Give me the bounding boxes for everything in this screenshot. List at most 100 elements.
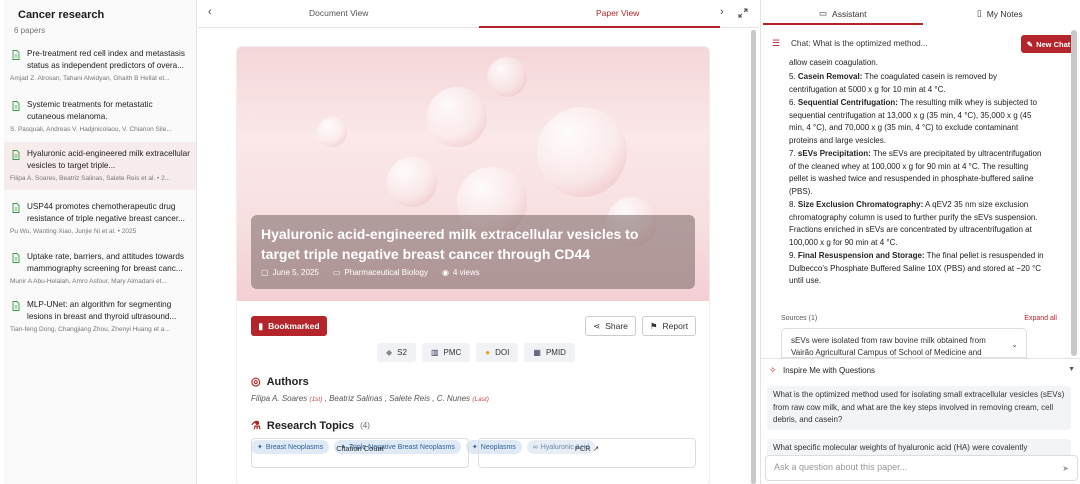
inspire-title: Inspire Me with Questions	[783, 366, 876, 375]
tab-label: My Notes	[986, 8, 1023, 19]
tag-icon: ✦	[471, 444, 478, 451]
source-link-s2[interactable]: ◆ S2	[377, 343, 416, 362]
message-text: and treated with microbial rennet (2.5%(…	[789, 57, 878, 67]
share-icon: ⋖	[593, 320, 601, 331]
pmid-icon: ▦	[533, 348, 541, 357]
authors-heading-label: Authors	[266, 375, 309, 388]
ask-box: ➤	[765, 455, 1078, 481]
message-step: 7. sEVs Precipitation: The sEVs are prec…	[789, 149, 1042, 196]
bubble-shape	[317, 117, 347, 147]
new-chat-button[interactable]: ✎ New Chat	[1021, 35, 1076, 53]
topics-heading: ⚗ Research Topics (4)	[251, 419, 370, 433]
paper-authors: Filipa A. Soares, Beatriz Salinas, Salet…	[10, 175, 171, 182]
collapse-icon[interactable]: ▼	[1068, 366, 1075, 373]
chat-scrollbar[interactable]	[1071, 30, 1077, 358]
new-chat-label: New Chat	[1036, 39, 1071, 49]
active-tab-indicator	[479, 26, 720, 28]
source-label: PMC	[443, 348, 462, 357]
publish-date: June 5, 2025	[272, 268, 319, 277]
question-clip: What specific molecular weights of hyalu…	[761, 436, 1080, 455]
suggested-question[interactable]: What specific molecular weights of hyalu…	[767, 439, 1071, 455]
journal-name: Pharmaceutical Biology	[344, 268, 428, 277]
source-snippet[interactable]: sEVs were isolated from raw bovine milk …	[781, 328, 1027, 358]
notes-icon: ▯	[977, 8, 982, 18]
chat-scroll-area: and treated with microbial rennet (2.5%(…	[761, 56, 1071, 358]
message-step: 8. Size Exclusion Chromatography: A qEV2…	[789, 200, 1038, 247]
new-chat-icon: ✎	[1026, 39, 1034, 49]
share-button[interactable]: ⋖ Share	[585, 316, 636, 336]
chevron-right-icon[interactable]: ›	[720, 6, 724, 18]
scrollbar-thumb[interactable]	[1071, 30, 1077, 356]
inspire-header[interactable]: ✧ Inspire Me with Questions ▼	[761, 358, 1080, 382]
message-step: 6. Sequential Centrifugation: The result…	[789, 98, 1037, 145]
author-link[interactable]: C. Nunes	[437, 394, 470, 403]
active-tab-indicator	[763, 23, 923, 25]
source-link-pmc[interactable]: ▥ PMC	[421, 343, 471, 362]
calendar-icon: ▢	[261, 268, 269, 277]
doi-icon: ●	[485, 348, 491, 357]
paper-title: Uptake rate, barriers, and attitudes tow…	[27, 252, 185, 273]
authors-heading: ◎ Authors	[251, 375, 309, 389]
paper-title: Pre-treatment red cell index and metasta…	[27, 49, 185, 70]
message-step: 5. Casein Removal: The coagulated casein…	[789, 72, 997, 94]
source-link-doi[interactable]: ● DOI	[476, 343, 519, 362]
tab-label: Assistant	[832, 8, 867, 19]
paper-authors: Pu Wu, Wanting Xiao, Junjie Ni et al. • …	[10, 228, 137, 235]
expand-icon[interactable]	[738, 8, 748, 18]
author-tag: (1st)	[309, 396, 323, 403]
tab-paper-view[interactable]: Paper View	[596, 8, 639, 18]
paper-item[interactable]: Pre-treatment red cell index and metasta…	[4, 42, 196, 90]
document-icon	[12, 301, 20, 311]
tab-document-view[interactable]: Document View	[309, 8, 368, 18]
paper-item[interactable]: USP44 promotes chemotherapeutic drug res…	[4, 195, 196, 243]
expand-all-link[interactable]: Expand all	[1024, 315, 1057, 322]
bookmarked-button[interactable]: ▮ Bookmarked	[251, 316, 327, 336]
document-icon	[12, 50, 20, 60]
assistant-message: and treated with microbial rennet (2.5%(…	[789, 56, 1047, 288]
collection-title: Cancer research	[18, 9, 105, 21]
chevron-left-icon[interactable]: ‹	[208, 6, 212, 18]
sources-label: Sources (1)	[781, 315, 818, 322]
chat-icon: ▭	[819, 8, 828, 18]
suggested-question[interactable]: What is the optimized method used for is…	[767, 386, 1071, 430]
paper-item-selected[interactable]: Hyaluronic acid-engineered milk extracel…	[4, 142, 196, 190]
source-label: PMID	[545, 348, 566, 357]
paper-item[interactable]: Uptake rate, barriers, and attitudes tow…	[4, 245, 196, 293]
chevron-down-icon[interactable]: ⌄	[1011, 339, 1018, 351]
papers-sidebar: Cancer research 6 papers Pre-treatment r…	[4, 0, 197, 484]
stat-label: Citation Count	[336, 444, 384, 453]
author-link[interactable]: Beatriz Salinas	[329, 394, 382, 403]
paper-viewer: ‹ Document View Paper View › Hyaluronic …	[198, 0, 759, 484]
message-step: 9. Final Resuspension and Storage: The f…	[789, 251, 1044, 285]
paper-title: Hyaluronic acid-engineered milk extracel…	[261, 226, 639, 262]
document-icon	[12, 101, 20, 111]
assistant-panel: ▭ Assistant ▯ My Notes ☰ Chat: What is the…	[760, 0, 1080, 484]
paper-authors: Munir A Abu-Helalah, Amro Asfour, Mary A…	[10, 278, 167, 285]
topics-heading-label: Research Topics	[266, 419, 355, 432]
hero-image: Hyaluronic acid-engineered milk extracel…	[237, 47, 709, 301]
paper-item[interactable]: MLP-UNet: an algorithm for segmenting le…	[4, 293, 196, 341]
source-label: S2	[397, 348, 407, 357]
list-icon: ☰	[772, 38, 781, 48]
author-link[interactable]: Salete Reis	[389, 394, 430, 403]
paper-authors: Amjad Z. Alrosan, Tahani Alwidyan, Ghait…	[10, 75, 170, 82]
send-icon[interactable]: ➤	[1062, 464, 1069, 473]
paper-item[interactable]: Systemic treatments for metastatic cutan…	[4, 93, 196, 141]
paper-title: USP44 promotes chemotherapeutic drug res…	[27, 202, 185, 223]
flag-icon: ⚑	[649, 320, 658, 331]
report-label: Report	[662, 321, 689, 331]
paper-authors: Tian-feng Dong, Changjiang Zhou, Zhenyi …	[10, 326, 170, 333]
paper-meta: ▢ June 5, 2025 ▭ Pharmaceutical Biology ◉ 4…	[261, 268, 480, 277]
source-link-pmid[interactable]: ▦ PMID	[524, 343, 575, 362]
user-icon: ◎	[251, 376, 261, 388]
report-button[interactable]: ⚑ Report	[642, 316, 696, 336]
author-link[interactable]: Filipa A. Soares	[251, 394, 307, 403]
tab-assistant[interactable]: ▭ Assistant	[819, 8, 867, 19]
document-icon	[12, 203, 20, 213]
paper-title: Hyaluronic acid-engineered milk extracel…	[27, 149, 190, 170]
tab-my-notes[interactable]: ▯ My Notes	[977, 8, 1023, 19]
scrollbar-thumb[interactable]	[751, 30, 756, 484]
ask-input[interactable]	[774, 462, 1054, 472]
viewer-scrollbar[interactable]	[751, 30, 756, 484]
source-label: DOI	[495, 348, 510, 357]
